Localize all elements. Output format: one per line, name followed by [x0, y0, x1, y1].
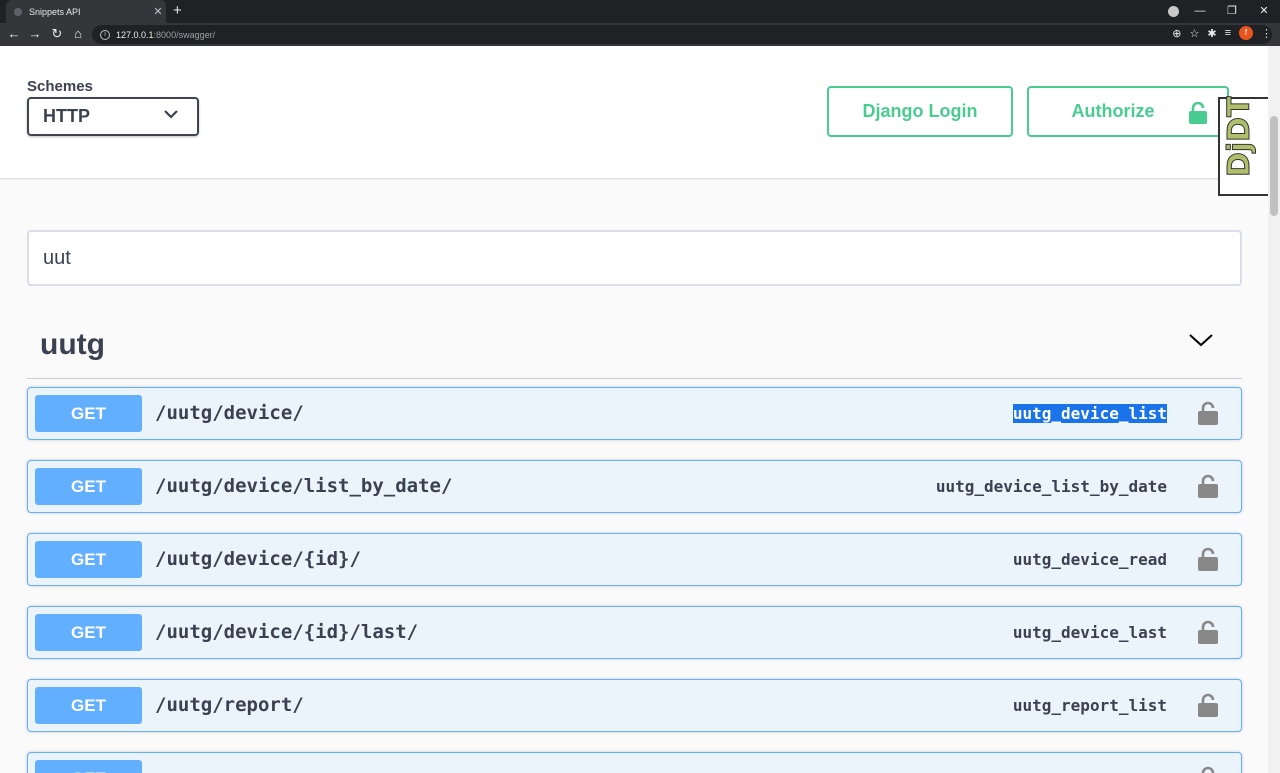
- operation-id: uutg_report_list: [1012, 696, 1167, 715]
- django-login-button[interactable]: Django Login: [827, 86, 1013, 137]
- unlock-icon[interactable]: [1198, 474, 1218, 498]
- globe-icon: [14, 7, 22, 16]
- close-window-button[interactable]: ✕: [1248, 2, 1280, 20]
- operation-path: /uutg/device/list_by_date/: [155, 475, 453, 497]
- forward-icon[interactable]: →: [26, 26, 44, 42]
- filter-input[interactable]: uut: [27, 230, 1242, 286]
- authorize-button[interactable]: Authorize: [1027, 86, 1229, 137]
- toolbar-icons: ⊕ ☆ ✱ ≡ f ⋮: [1172, 26, 1272, 40]
- schemes-selected-value: HTTP: [43, 106, 90, 126]
- operation-id: uutg_device_last: [1012, 623, 1167, 642]
- operation-id: uutg_device_read: [1012, 550, 1167, 569]
- extensions-icon[interactable]: ✱: [1207, 27, 1216, 40]
- browser-toolbar: ← → ↻ ⌂ i 127.0.0.1 :8000/swagger/ ⊕ ☆ ✱…: [0, 23, 1280, 46]
- bookmark-star-icon[interactable]: ☆: [1189, 27, 1199, 40]
- scrollbar-thumb[interactable]: [1270, 116, 1278, 216]
- method-badge: GET: [35, 541, 142, 578]
- filter-value: uut: [43, 246, 71, 269]
- operation-path: /uutg/device/{id}/last/: [155, 621, 419, 643]
- browser-tab-bar: Snippets API ✕ + — ❐ ✕: [0, 0, 1280, 23]
- operation-row[interactable]: GET /uutg/device/list_by_date/ uutg_devi…: [27, 460, 1242, 513]
- operation-row[interactable]: GET: [27, 752, 1242, 773]
- unlock-icon[interactable]: [1198, 693, 1218, 717]
- unlock-icon[interactable]: [1198, 547, 1218, 571]
- tab-search-icon[interactable]: [1168, 6, 1179, 17]
- unlock-icon[interactable]: [1198, 401, 1218, 425]
- authorize-label: Authorize: [1071, 101, 1155, 121]
- method-badge: GET: [35, 760, 142, 773]
- operation-row[interactable]: GET /uutg/device/ uutg_device_list: [27, 387, 1242, 440]
- window-controls: — ❐ ✕: [1184, 2, 1280, 20]
- operation-path: /uutg/device/: [155, 402, 304, 424]
- operation-row[interactable]: GET /uutg/device/{id}/ uutg_device_read: [27, 533, 1242, 586]
- site-info-icon[interactable]: i: [100, 29, 110, 40]
- operation-path: /uutg/device/{id}/: [155, 548, 361, 570]
- url-path: :8000/swagger/: [153, 29, 216, 40]
- method-badge: GET: [35, 395, 142, 432]
- browser-tab[interactable]: Snippets API ✕: [6, 0, 166, 23]
- menu-icon[interactable]: ⋮: [1261, 27, 1272, 40]
- vertical-scrollbar[interactable]: [1268, 46, 1280, 773]
- minimize-button[interactable]: —: [1184, 2, 1216, 20]
- method-badge: GET: [35, 687, 142, 724]
- reading-list-icon[interactable]: ≡: [1225, 27, 1231, 39]
- close-tab-icon[interactable]: ✕: [150, 5, 166, 18]
- operation-row[interactable]: GET /uutg/report/ uutg_report_list: [27, 679, 1242, 732]
- swagger-page: Schemes HTTP Django Login Authorize DjDT…: [0, 46, 1268, 773]
- unlock-icon[interactable]: [1198, 620, 1218, 644]
- chevron-down-icon: [163, 107, 179, 123]
- home-icon[interactable]: ⌂: [69, 26, 87, 42]
- address-bar[interactable]: i 127.0.0.1 :8000/swagger/: [92, 25, 1272, 44]
- unlock-icon: [1189, 102, 1207, 124]
- operation-id: uutg_device_list_by_date: [935, 477, 1167, 496]
- scheme-container: Schemes HTTP Django Login Authorize: [0, 46, 1268, 178]
- django-login-label: Django Login: [862, 101, 978, 121]
- unlock-icon[interactable]: [1198, 766, 1218, 773]
- tag-section-header[interactable]: uutg: [27, 316, 1242, 379]
- zoom-icon[interactable]: ⊕: [1172, 27, 1181, 40]
- operation-row[interactable]: GET /uutg/device/{id}/last/ uutg_device_…: [27, 606, 1242, 659]
- tab-title: Snippets API: [29, 6, 81, 17]
- url-host: 127.0.0.1: [116, 29, 154, 40]
- new-tab-button[interactable]: +: [173, 2, 182, 19]
- method-badge: GET: [35, 614, 142, 651]
- schemes-label: Schemes: [27, 78, 93, 95]
- profile-avatar[interactable]: f: [1239, 26, 1253, 40]
- tag-title: uutg: [40, 328, 105, 361]
- django-debug-toolbar-handle[interactable]: DjDT: [1218, 96, 1268, 196]
- reload-icon[interactable]: ↻: [48, 26, 66, 42]
- operation-path: /uutg/report/: [155, 694, 304, 716]
- method-badge: GET: [35, 468, 142, 505]
- schemes-select[interactable]: HTTP: [27, 97, 199, 136]
- back-icon[interactable]: ←: [5, 26, 23, 42]
- operation-id: uutg_device_list: [1012, 404, 1167, 423]
- chevron-down-icon[interactable]: [1188, 330, 1214, 350]
- restore-button[interactable]: ❐: [1216, 2, 1248, 20]
- djdt-label: DjDT: [1222, 96, 1258, 178]
